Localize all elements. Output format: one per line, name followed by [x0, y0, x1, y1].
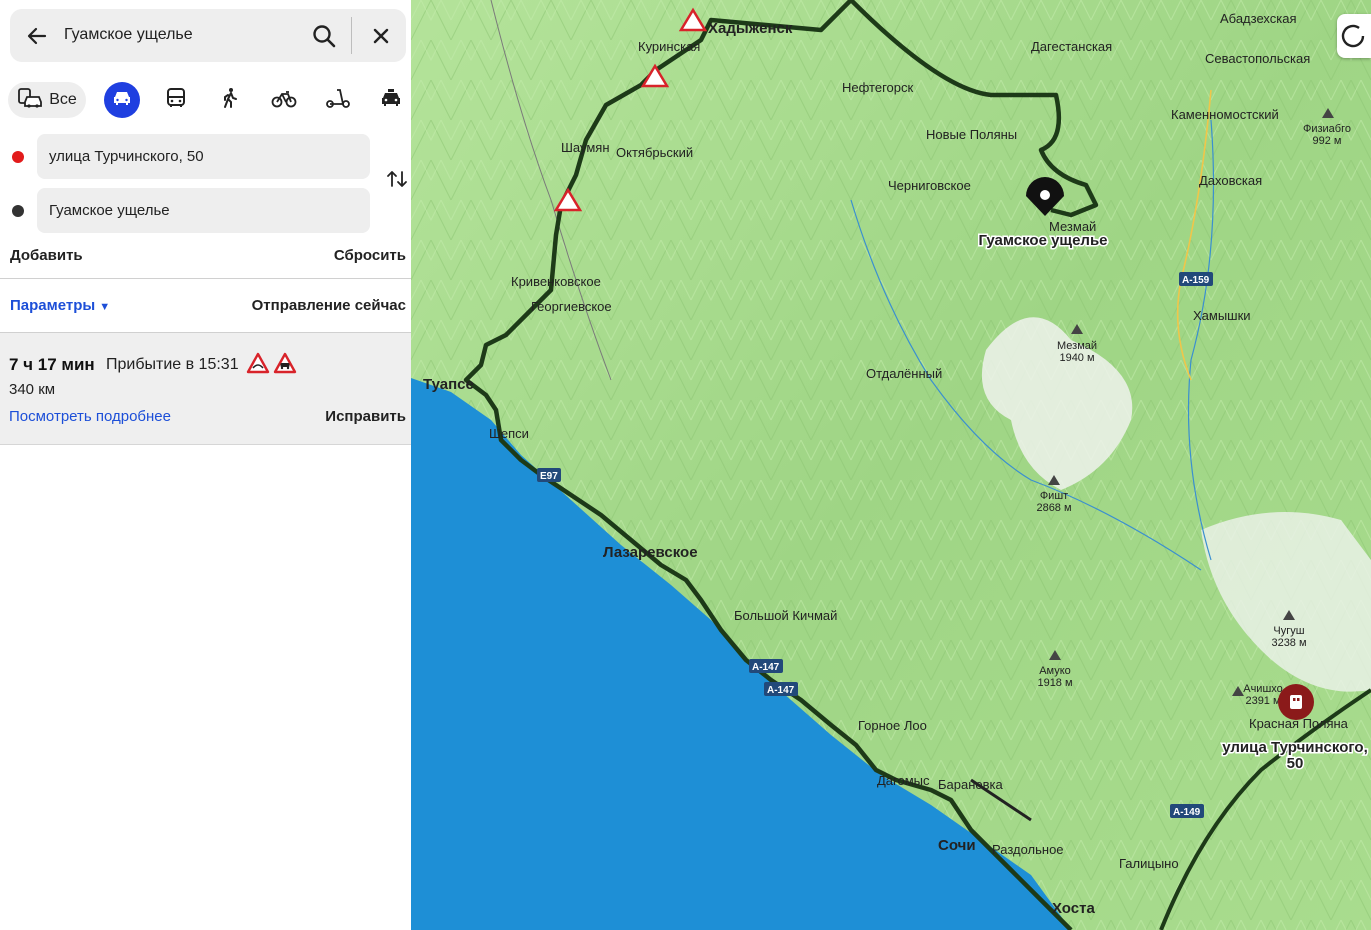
mode-all-button[interactable]: Все — [8, 82, 86, 118]
city-label: Раздольное — [992, 842, 1064, 857]
route-distance: 340 км — [9, 381, 56, 398]
city-label: Абадзехская — [1220, 11, 1297, 26]
mode-all-label: Все — [49, 91, 77, 108]
locate-me-button[interactable] — [1337, 14, 1371, 58]
city-label: Хоста — [1052, 900, 1095, 917]
city-label: Дагомыс — [877, 773, 930, 788]
road-shield-label: А-149 — [1173, 807, 1201, 818]
city-label: Октябрьский — [616, 145, 693, 160]
add-point-link[interactable]: Добавить — [10, 247, 83, 264]
bicycle-icon — [271, 87, 297, 114]
route-arrival: Прибытие в 15:31 — [106, 356, 239, 373]
peak-elevation: 1940 м — [1059, 352, 1094, 364]
route-fix-link[interactable]: Исправить — [325, 408, 406, 425]
city-label: Отдалённый — [866, 366, 942, 381]
city-label: Черниговское — [888, 178, 971, 193]
road-shield-label: А-147 — [752, 662, 780, 673]
city-label: Нефтегорск — [842, 80, 913, 95]
search-icon[interactable] — [310, 22, 338, 50]
map-view[interactable]: А-159 Е97 А-147 А-147 А-149 Хадыженск Ку… — [411, 0, 1371, 930]
origin-pin-label: улица Турчинского, — [1222, 739, 1368, 756]
route-option-card[interactable]: 7 ч 17 мин Прибытие в 15:31 340 км Посмо… — [0, 333, 411, 445]
search-query[interactable]: Гуамское ущелье — [64, 26, 193, 44]
mixed-transport-icon — [17, 87, 43, 114]
peak-elevation: 2868 м — [1036, 502, 1071, 514]
departure-time-link[interactable]: Отправление сейчас — [252, 297, 406, 314]
road-shield-label: Е97 — [540, 471, 558, 482]
mode-bike-button[interactable] — [266, 82, 302, 118]
road-works-warning-icon — [273, 352, 297, 374]
taxi-icon — [379, 88, 403, 113]
origin-dot — [12, 151, 24, 163]
city-label: Хадыженск — [708, 20, 793, 37]
city-label: Дагестанская — [1031, 39, 1112, 54]
params-label: Параметры — [10, 297, 96, 314]
city-label: Сочи — [938, 837, 976, 854]
city-label: Каменномостский — [1171, 107, 1279, 122]
city-label: Горное Лоо — [858, 718, 927, 733]
mode-walk-button[interactable] — [212, 82, 248, 118]
search-box[interactable]: Гуамское ущелье — [10, 9, 406, 62]
city-label: Туапсе — [423, 376, 474, 393]
city-label: Новые Поляны — [926, 127, 1017, 142]
peak-elevation: 992 м — [1313, 135, 1342, 147]
route-details-link[interactable]: Посмотреть подробнее — [9, 408, 171, 425]
city-label: Шаумян — [561, 140, 610, 155]
road-shield-label: А-147 — [767, 685, 795, 696]
caret-down-icon: ▼ — [99, 301, 111, 313]
city-label: Кривенковское — [511, 274, 601, 289]
city-label: Большой Кичмай — [734, 608, 837, 623]
destination-input[interactable]: Гуамское ущелье — [37, 188, 370, 233]
mode-car-button[interactable] — [104, 82, 140, 118]
city-label: Севастопольская — [1205, 51, 1310, 66]
origin-input[interactable]: улица Турчинского, 50 — [37, 134, 370, 179]
city-label: Георгиевское — [531, 299, 612, 314]
peak-label: Мезмай — [1057, 340, 1097, 352]
city-label: Хамышки — [1193, 308, 1251, 323]
peak-elevation: 1918 м — [1037, 677, 1072, 689]
peak-elevation: 2391 м — [1245, 695, 1280, 707]
destination-dot — [12, 205, 24, 217]
peak-label: Амуко — [1039, 665, 1071, 677]
swap-icon[interactable] — [386, 168, 408, 190]
route-duration: 7 ч 17 мин — [9, 355, 95, 374]
walk-icon — [219, 87, 241, 114]
bus-icon — [165, 87, 187, 114]
search-divider — [351, 17, 352, 54]
city-label: Куринская — [638, 39, 700, 54]
reset-link[interactable]: Сбросить — [334, 247, 406, 264]
destination-pin-label: Гуамское ущелье — [978, 232, 1107, 249]
road-shield-label: А-159 — [1182, 275, 1210, 286]
peak-label: Фишт — [1040, 490, 1068, 502]
mode-bus-button[interactable] — [158, 82, 194, 118]
params-dropdown[interactable]: Параметры ▼ — [10, 297, 110, 314]
peak-label: Ачишхо — [1243, 683, 1283, 695]
origin-pin-icon[interactable] — [1278, 684, 1314, 720]
close-icon[interactable] — [368, 23, 394, 49]
route-panel: Гуамское ущелье Все улица Турчинского, 5… — [0, 0, 411, 930]
city-label: Шепси — [489, 426, 529, 441]
divider — [0, 278, 411, 279]
peak-label: Физиабго — [1303, 123, 1351, 135]
map-canvas[interactable]: А-159 Е97 А-147 А-147 А-149 Хадыженск Ку… — [411, 0, 1371, 930]
mode-taxi-button[interactable] — [373, 82, 409, 118]
city-label: Барановка — [938, 777, 1004, 792]
car-icon — [111, 89, 133, 112]
scooter-icon — [325, 87, 351, 114]
city-label: Лазаревское — [603, 544, 698, 561]
mode-scooter-button[interactable] — [320, 82, 356, 118]
road-bump-warning-icon — [246, 352, 270, 374]
arrow-left-icon[interactable] — [24, 23, 50, 49]
peak-elevation: 3238 м — [1271, 637, 1306, 649]
city-label: Галицыно — [1119, 856, 1179, 871]
transport-modes: Все — [8, 82, 408, 118]
city-label: Даховская — [1199, 173, 1262, 188]
origin-pin-label: 50 — [1287, 755, 1304, 772]
peak-label: Чугуш — [1273, 625, 1304, 637]
